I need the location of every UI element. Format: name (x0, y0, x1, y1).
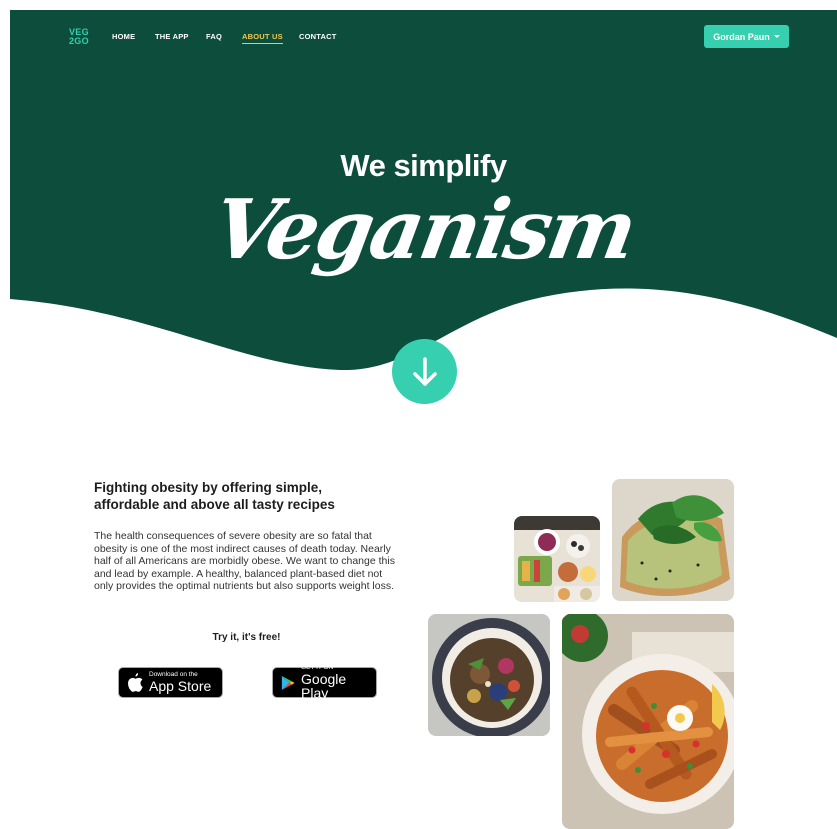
app-store-button[interactable]: Download on the App Store (118, 667, 223, 698)
arrow-down-icon (412, 356, 437, 386)
try-free-label: Try it, it's free! (212, 632, 281, 643)
app-store-text: Download on the App Store (149, 671, 212, 695)
photo-appetizer-platter (514, 516, 600, 602)
nav-about-us[interactable]: ABOUT US (242, 32, 283, 44)
app-store-big-label: App Store (149, 678, 212, 695)
photo-sweet-potato-fries (562, 614, 734, 829)
page: VEG 2GO HOME THE APP FAQ ABOUT US CONTAC… (10, 10, 837, 829)
logo-line-2: 2GO (69, 36, 89, 46)
nav-faq[interactable]: FAQ (206, 32, 222, 41)
section-body: The health consequences of severe obesit… (94, 530, 395, 592)
scroll-down-button[interactable] (392, 339, 457, 404)
nav-the-app[interactable]: THE APP (155, 32, 189, 41)
logo[interactable]: VEG 2GO (69, 28, 93, 46)
google-play-button[interactable]: GET IT ON Google Play (272, 664, 377, 702)
section-title: Fighting obesity by offering simple, aff… (94, 480, 335, 512)
photo-salad-bowl (428, 614, 550, 736)
top-navigation: VEG 2GO HOME THE APP FAQ ABOUT US CONTAC… (10, 10, 837, 65)
hero-title: Veganism (205, 182, 642, 278)
nav-contact[interactable]: CONTACT (299, 32, 337, 41)
hero-section: VEG 2GO HOME THE APP FAQ ABOUT US CONTAC… (10, 10, 837, 410)
user-menu-button[interactable]: Gordan Paun (704, 25, 789, 48)
google-play-big-label: Google Play (301, 671, 347, 702)
user-name: Gordan Paun (713, 31, 770, 42)
nav-home[interactable]: HOME (112, 32, 135, 41)
photo-avocado-toast (612, 479, 734, 601)
google-play-text: GET IT ON Google Play (301, 664, 368, 702)
caret-down-icon (773, 35, 780, 38)
apple-icon (128, 673, 143, 692)
hero-subtitle: We simplify (340, 148, 507, 183)
google-play-icon (281, 675, 295, 690)
